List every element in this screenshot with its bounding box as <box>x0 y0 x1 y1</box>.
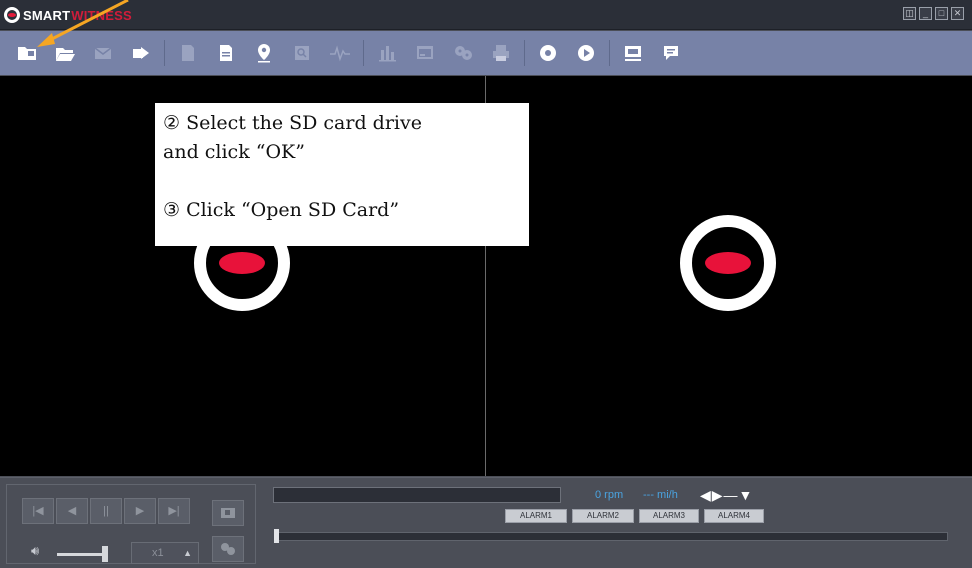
speed-readout: --- mi/h <box>643 489 678 501</box>
chart-button[interactable] <box>372 38 402 68</box>
export-button[interactable] <box>126 38 156 68</box>
monitor-icon <box>625 46 641 61</box>
step-forward-button[interactable]: ▶ <box>124 498 156 524</box>
progress-knob[interactable] <box>274 529 279 543</box>
camera-icon <box>221 508 235 518</box>
record-disc-icon <box>540 45 556 61</box>
alarm4-button[interactable]: ALARM4 <box>704 509 764 523</box>
speed-value: x1 <box>152 547 164 559</box>
email-icon <box>94 47 112 59</box>
eye-shape <box>219 252 265 274</box>
export-icon <box>133 47 149 59</box>
report-button[interactable] <box>211 38 241 68</box>
turn-signal-indicators: ◀▶—▼ <box>700 487 754 503</box>
film-reel-icon <box>221 543 235 555</box>
toolbar-separator <box>609 40 610 66</box>
channel-2-placeholder-icon <box>680 215 776 311</box>
chat-button[interactable] <box>656 38 686 68</box>
logo-ring-icon <box>4 7 20 23</box>
window-controls: ◫ _ □ ✕ <box>903 7 964 20</box>
toolbar-separator <box>164 40 165 66</box>
search-document-button[interactable] <box>287 38 317 68</box>
skip-start-button[interactable]: |◀ <box>22 498 54 524</box>
alarm1-button[interactable]: ALARM1 <box>505 509 567 523</box>
open-sd-card-button[interactable] <box>50 38 80 68</box>
open-folder-icon <box>18 47 36 60</box>
film-reel-button[interactable] <box>448 38 478 68</box>
minimize-button[interactable]: _ <box>919 7 932 20</box>
step2-line1: ② Select the SD card drive <box>163 112 422 134</box>
film-reel-icon <box>455 46 472 60</box>
main-toolbar <box>0 31 972 75</box>
gsensor-graph <box>273 487 561 503</box>
chat-bubble-icon <box>664 46 678 60</box>
brand-witness: WITNESS <box>71 7 132 23</box>
step2-line2: and click “OK” <box>163 141 305 163</box>
document-icon <box>182 45 194 61</box>
print-icon <box>493 45 509 61</box>
screen-window-button[interactable] <box>410 38 440 68</box>
volume-knob[interactable] <box>102 546 108 562</box>
open-sd-card-icon <box>56 48 75 61</box>
speed-select[interactable]: x1 ▲ <box>131 542 199 564</box>
print-button[interactable] <box>486 38 516 68</box>
toolbar-separator <box>363 40 364 66</box>
screen-window-icon <box>417 46 433 59</box>
app-logo: SMART WITNESS <box>4 5 132 25</box>
restore-window-button[interactable]: ◫ <box>903 7 916 20</box>
playback-panel: |◀ ◀ || ▶ ▶| 🔊︎ x1 ▲ 0 rpm --- mi/h ◀▶—▼… <box>0 477 972 568</box>
maximize-button[interactable]: □ <box>935 7 948 20</box>
skip-end-button[interactable]: ▶| <box>158 498 190 524</box>
open-folder-button[interactable] <box>12 38 42 68</box>
rpm-readout: 0 rpm <box>595 489 624 501</box>
brand-smart: SMART <box>23 7 71 23</box>
film-snapshot-button[interactable] <box>212 536 244 562</box>
alarm2-button[interactable]: ALARM2 <box>572 509 634 523</box>
step3-line: ③ Click “Open SD Card” <box>163 199 400 221</box>
document-button[interactable] <box>173 38 203 68</box>
monitor-button[interactable] <box>618 38 648 68</box>
waveform-icon <box>330 45 350 62</box>
volume-slider[interactable] <box>57 553 103 556</box>
toolbar-separator <box>524 40 525 66</box>
playback-controls: |◀ ◀ || ▶ ▶| 🔊︎ x1 ▲ <box>6 484 256 564</box>
play-button[interactable] <box>571 38 601 68</box>
record-button[interactable] <box>533 38 563 68</box>
email-button[interactable] <box>88 38 118 68</box>
snapshot-button[interactable] <box>212 500 244 526</box>
document-text-icon <box>220 45 232 61</box>
play-circle-icon <box>578 45 594 61</box>
pause-button[interactable]: || <box>90 498 122 524</box>
search-document-icon <box>295 46 309 60</box>
map-button[interactable] <box>249 38 279 68</box>
alarm3-button[interactable]: ALARM3 <box>639 509 699 523</box>
instruction-note: ② Select the SD card drive and click “OK… <box>155 103 529 246</box>
eye-shape <box>705 252 751 274</box>
chart-icon <box>379 46 396 62</box>
close-button[interactable]: ✕ <box>951 7 964 20</box>
waveform-button[interactable] <box>325 38 355 68</box>
map-pin-icon <box>258 44 270 63</box>
volume-icon[interactable]: 🔊︎ <box>31 543 39 559</box>
step-back-button[interactable]: ◀ <box>56 498 88 524</box>
playback-progress-bar[interactable] <box>276 532 948 541</box>
title-bar: SMART WITNESS ◫ _ □ ✕ <box>0 0 972 30</box>
speed-up-icon[interactable]: ▲ <box>183 543 192 563</box>
